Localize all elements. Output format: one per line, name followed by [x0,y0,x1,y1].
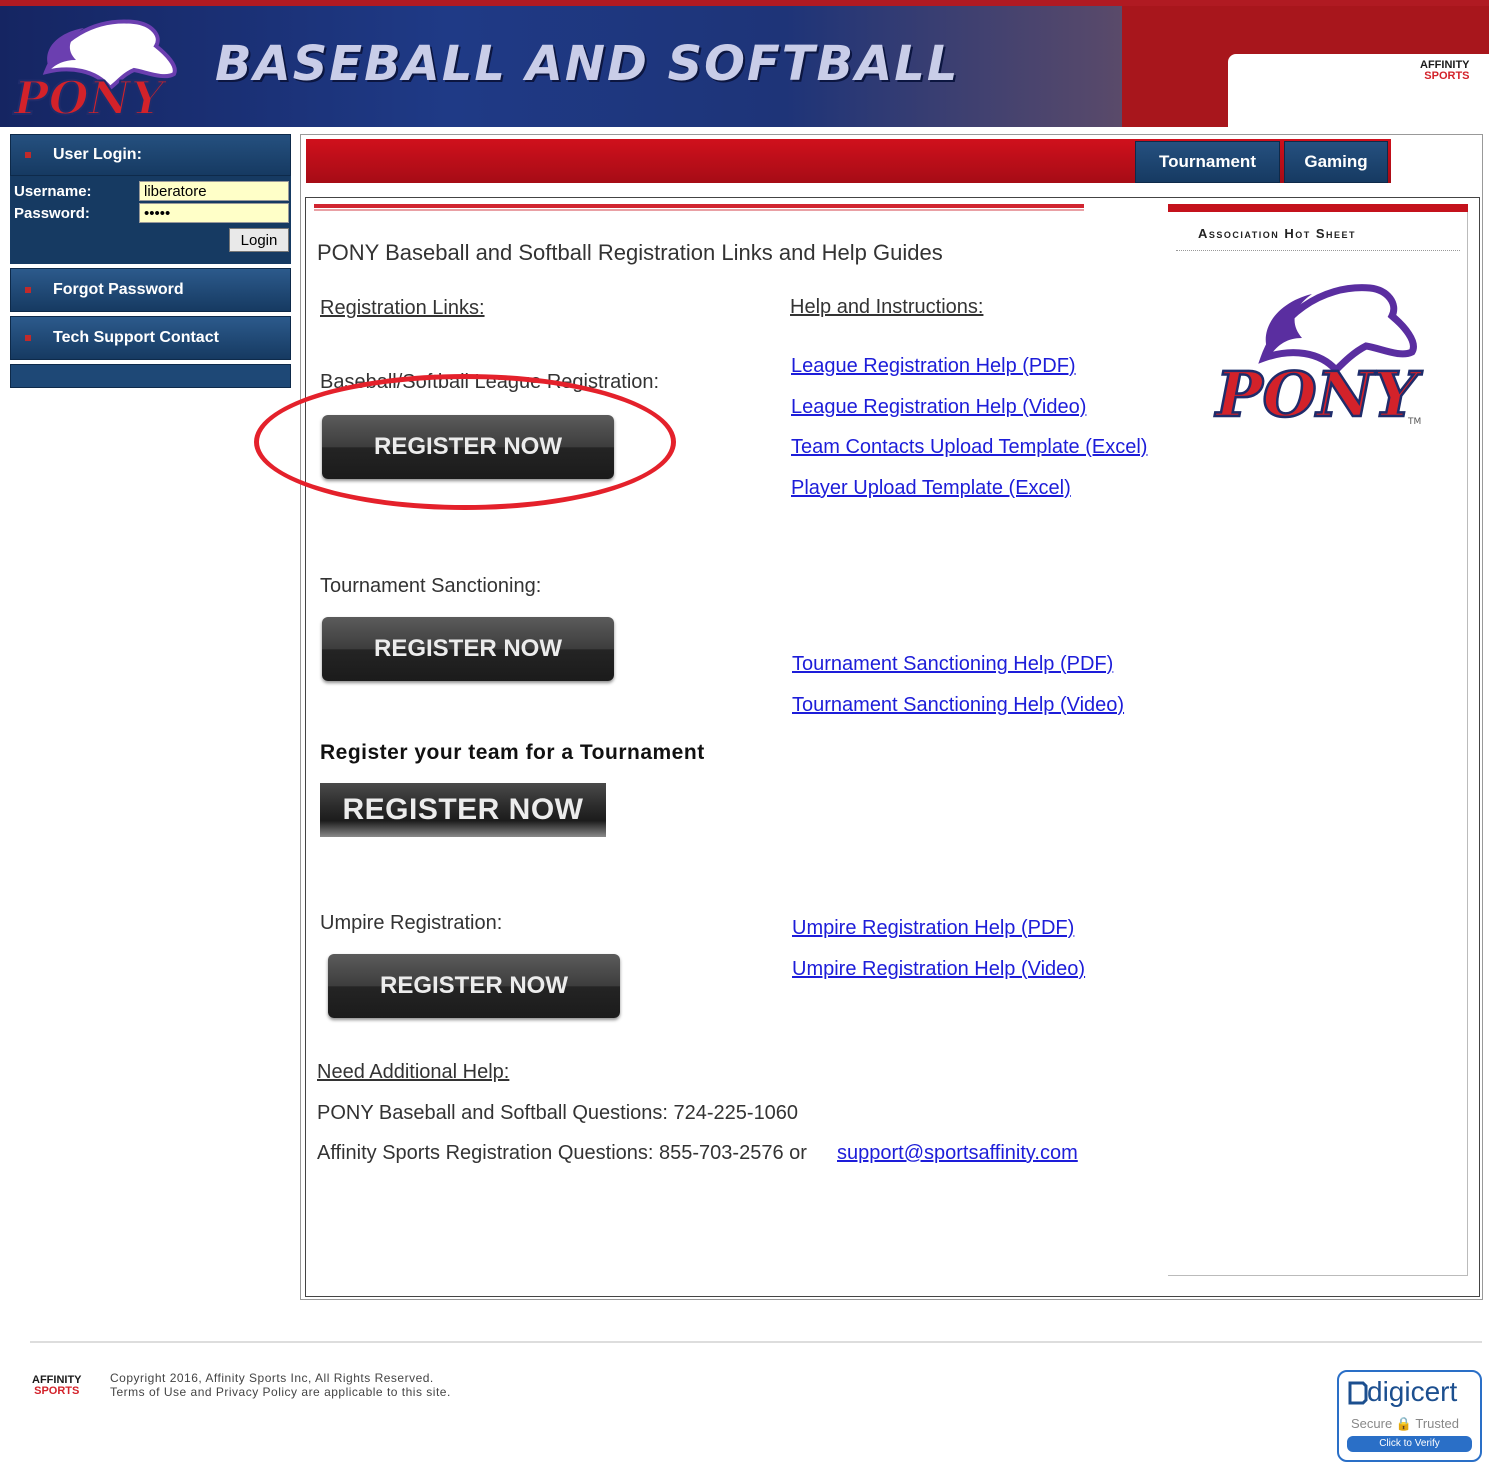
league-registration-help-pdf-link[interactable]: League Registration Help (PDF) [791,355,1076,378]
umpire-registration-help-video-link[interactable]: Umpire Registration Help (Video) [792,958,1085,981]
digicert-verify-button[interactable]: Click to Verify [1347,1436,1472,1452]
divider-pink [314,209,1084,211]
username-label: Username: [14,182,92,200]
header-title: BASEBALL AND SOFTBALL [215,36,960,92]
tournament-sanctioning-register-button[interactable]: REGISTER NOW [322,617,614,681]
digicert-icon [1348,1381,1368,1405]
sidebar-item-label: Tech Support Contact [53,329,219,346]
pony-logo[interactable]: PONY [6,10,190,122]
login-button[interactable]: Login [229,228,289,252]
sidebar: User Login: Username: Password: Login Fo… [10,134,291,388]
bullet-icon [25,287,31,293]
team-tournament-register-button[interactable]: REGISTER NOW [320,783,606,837]
umpire-registration-label: Umpire Registration: [320,912,503,934]
pony-hot-sheet-logo: PONY TM [1213,284,1425,428]
user-login-title: User Login: [53,146,142,163]
login-form: Username: Password: Login [10,176,291,264]
copyright-text: Copyright 2016, Affinity Sports Inc, All… [110,1371,434,1385]
digicert-secure-text: Secure 🔒 Trusted [1351,1416,1459,1431]
bullet-icon [25,152,31,158]
league-registration-label: Baseball/Softball League Registration: [320,371,660,393]
pony-hot-sheet-text: PONY [1214,358,1423,428]
umpire-register-now-button[interactable]: REGISTER NOW [328,954,620,1018]
trademark-text: TM [1407,417,1421,427]
sidebar-item-label: Forgot Password [53,281,184,298]
hot-sheet-top-bar [1168,204,1468,212]
tournament-sanctioning-help-video-link[interactable]: Tournament Sanctioning Help (Video) [792,694,1124,717]
digicert-name: digicert [1367,1376,1458,1407]
pony-logo-text: PONY [12,71,168,122]
pony-questions-text: PONY Baseball and Softball Questions: 72… [317,1102,799,1124]
hot-sheet-divider [1176,250,1460,251]
terms-text[interactable]: Terms of Use and Privacy Policy are appl… [110,1385,451,1399]
bullet-icon [25,335,31,341]
sidebar-item-tech-support[interactable]: Tech Support Contact [10,316,291,360]
page-title: PONY Baseball and Softball Registration … [317,240,943,265]
help-instructions-heading: Help and Instructions: [790,296,984,318]
user-login-header: User Login: [10,134,291,176]
header-banner: PONY BASEBALL AND SOFTBALL AFFINITY SPOR… [0,0,1489,127]
page: PONY BASEBALL AND SOFTBALL AFFINITY SPOR… [0,0,1489,1470]
footer-affinity-logo[interactable]: AFFINITY SPORTS [32,1375,82,1397]
username-row: Username: [14,180,289,202]
divider-red [314,204,1084,208]
need-help-heading: Need Additional Help: [317,1061,510,1083]
affinity-sports-logo[interactable]: AFFINITY SPORTS [1420,60,1470,82]
hot-sheet-title: Association Hot Sheet [1198,226,1357,241]
tournament-sanctioning-label: Tournament Sanctioning: [320,575,542,597]
sidebar-footer-bar [10,364,291,388]
header-top-strip [0,0,1489,6]
player-upload-template-link[interactable]: Player Upload Template (Excel) [791,477,1071,500]
registration-links-heading: Registration Links: [320,297,485,319]
tab-gaming[interactable]: Gaming [1284,141,1388,183]
footer-logo-word2: SPORTS [34,1385,80,1397]
tab-tournament[interactable]: Tournament [1135,141,1280,183]
league-registration-help-video-link[interactable]: League Registration Help (Video) [791,396,1086,419]
team-contacts-template-link[interactable]: Team Contacts Upload Template (Excel) [791,436,1147,459]
league-register-now-button[interactable]: REGISTER NOW [322,415,614,479]
affinity-questions-text: Affinity Sports Registration Questions: … [317,1142,807,1164]
tournament-sanctioning-help-pdf-link[interactable]: Tournament Sanctioning Help (PDF) [792,653,1113,676]
affinity-logo-word2: SPORTS [1424,70,1470,82]
username-field[interactable] [139,181,289,201]
password-field[interactable] [139,203,289,223]
digicert-seal[interactable]: digicert Secure 🔒 Trusted Click to Verif… [1337,1370,1482,1462]
footer-text: Copyright 2016, Affinity Sports Inc, All… [110,1371,451,1399]
footer-divider [30,1341,1482,1343]
sidebar-item-forgot-password[interactable]: Forgot Password [10,268,291,312]
password-label: Password: [14,204,90,222]
register-team-tournament-heading: Register your team for a Tournament [320,741,705,764]
password-row: Password: [14,202,289,224]
umpire-registration-help-pdf-link[interactable]: Umpire Registration Help (PDF) [792,917,1074,940]
support-email-link[interactable]: support@sportsaffinity.com [837,1142,1078,1165]
